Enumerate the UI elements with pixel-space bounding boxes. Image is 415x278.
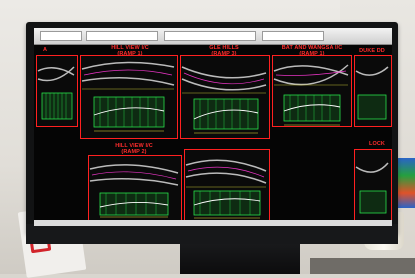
drawing-label: (RAMP 2) [121, 149, 147, 155]
toolbar-field[interactable] [86, 31, 158, 41]
cad-linework [37, 61, 389, 219]
keyboard [310, 258, 415, 274]
taskbar [34, 220, 392, 226]
toolbar-field[interactable] [40, 31, 82, 41]
toolbar-field[interactable] [164, 31, 256, 41]
drawing-label: (RAMP 1) [299, 51, 325, 57]
cad-toolbar [34, 28, 392, 45]
toolbar-field[interactable] [262, 31, 324, 41]
desk-object [398, 158, 415, 208]
monitor-bezel-bottom [26, 224, 398, 244]
drawing-label: A [42, 47, 48, 53]
cad-drawing-area[interactable]: A HILL VIEW I/C (RAMP 1) GLE HILLS (RAMP… [34, 45, 392, 222]
monitor-screen: A HILL VIEW I/C (RAMP 1) GLE HILLS (RAMP… [34, 28, 392, 222]
drawing-label: DUKE DD [359, 48, 385, 54]
drawing-label: (RAMP 3) [211, 51, 237, 57]
drawing-label: LOCK [369, 141, 385, 147]
drawing-label: (RAMP 1) [117, 51, 143, 57]
